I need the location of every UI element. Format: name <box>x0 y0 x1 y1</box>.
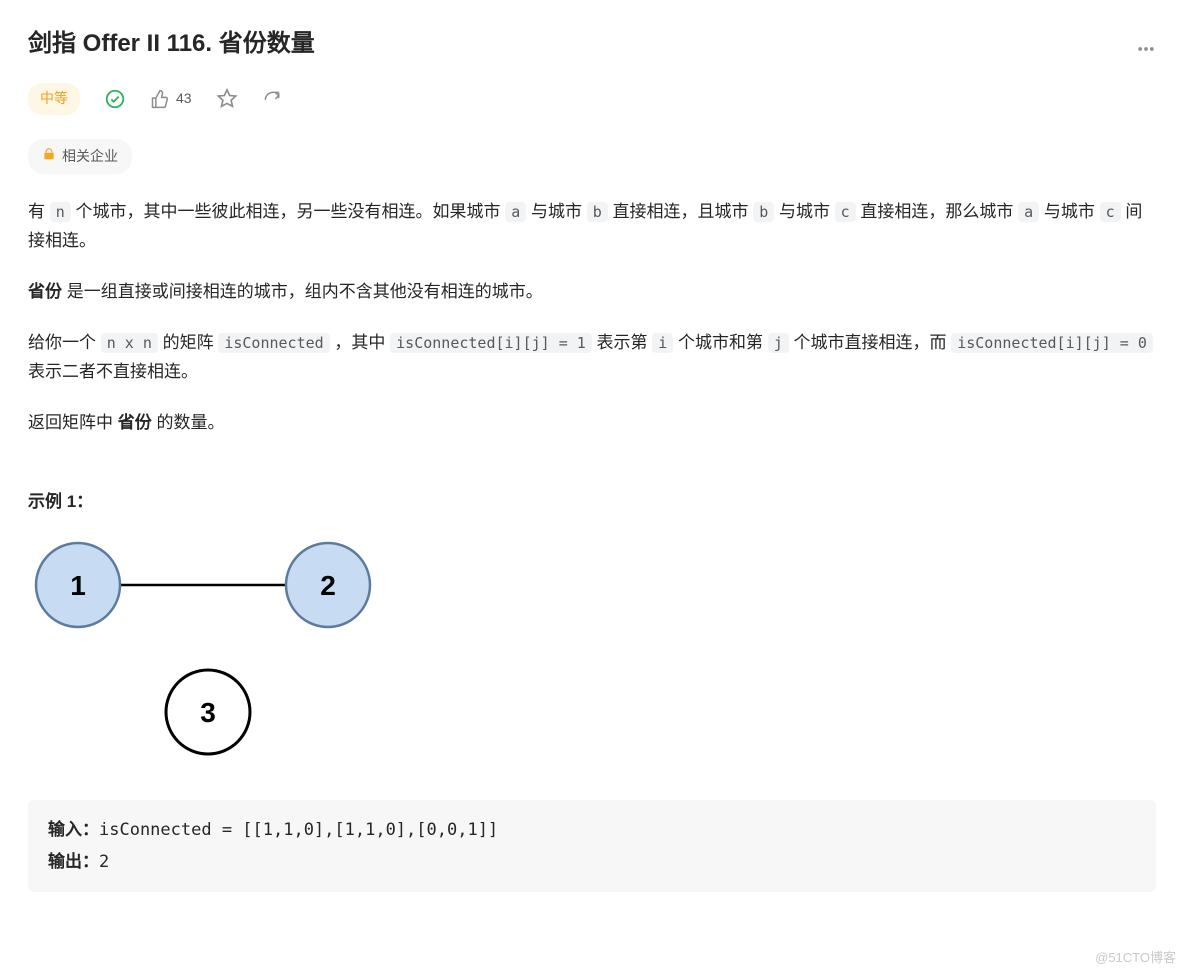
code-nxn: n x n <box>101 333 158 353</box>
code-a2: a <box>1018 202 1039 222</box>
like-count: 43 <box>176 87 192 111</box>
code-eq1: isConnected[i][j] = 1 <box>390 333 592 353</box>
code-j: j <box>768 333 789 353</box>
desc-p4: 返回矩阵中 省份 的数量。 <box>28 409 1156 438</box>
solved-icon[interactable] <box>104 88 126 110</box>
example-heading: 示例 1： <box>28 488 1156 517</box>
code-eq0: isConnected[i][j] = 0 <box>951 333 1153 353</box>
svg-text:2: 2 <box>320 570 336 601</box>
desc-p3: 给你一个 n x n 的矩阵 isConnected ，其中 isConnect… <box>28 329 1156 387</box>
svg-text:1: 1 <box>70 570 86 601</box>
example-code: 输入：isConnected = [[1,1,0],[1,1,0],[0,0,1… <box>28 800 1156 893</box>
star-icon[interactable] <box>216 88 238 110</box>
share-icon[interactable] <box>262 89 282 109</box>
code-c2: c <box>1100 202 1121 222</box>
like-button[interactable]: 43 <box>150 87 192 111</box>
example-graph: 1 2 3 <box>28 537 1156 776</box>
code-b: b <box>587 202 608 222</box>
code-i: i <box>652 333 673 353</box>
company-tag[interactable]: 相关企业 <box>28 139 132 175</box>
code-b2: b <box>753 202 774 222</box>
difficulty-tag: 中等 <box>28 83 80 115</box>
watermark: @51CTO博客 <box>1095 947 1176 969</box>
lock-icon <box>42 145 56 169</box>
company-tag-label: 相关企业 <box>62 145 118 169</box>
code-a: a <box>505 202 526 222</box>
svg-text:3: 3 <box>200 697 216 728</box>
page-title: 剑指 Offer II 116. 省份数量 <box>28 24 315 65</box>
meta-row: 中等 43 <box>28 83 1156 115</box>
code-c: c <box>835 202 856 222</box>
desc-p1: 有 n 个城市，其中一些彼此相连，另一些没有相连。如果城市 a 与城市 b 直接… <box>28 198 1156 256</box>
code-isc: isConnected <box>218 333 329 353</box>
desc-p2: 省份 是一组直接或间接相连的城市，组内不含其他没有相连的城市。 <box>28 278 1156 307</box>
code-n: n <box>50 202 71 222</box>
more-icon[interactable] <box>1136 39 1156 68</box>
